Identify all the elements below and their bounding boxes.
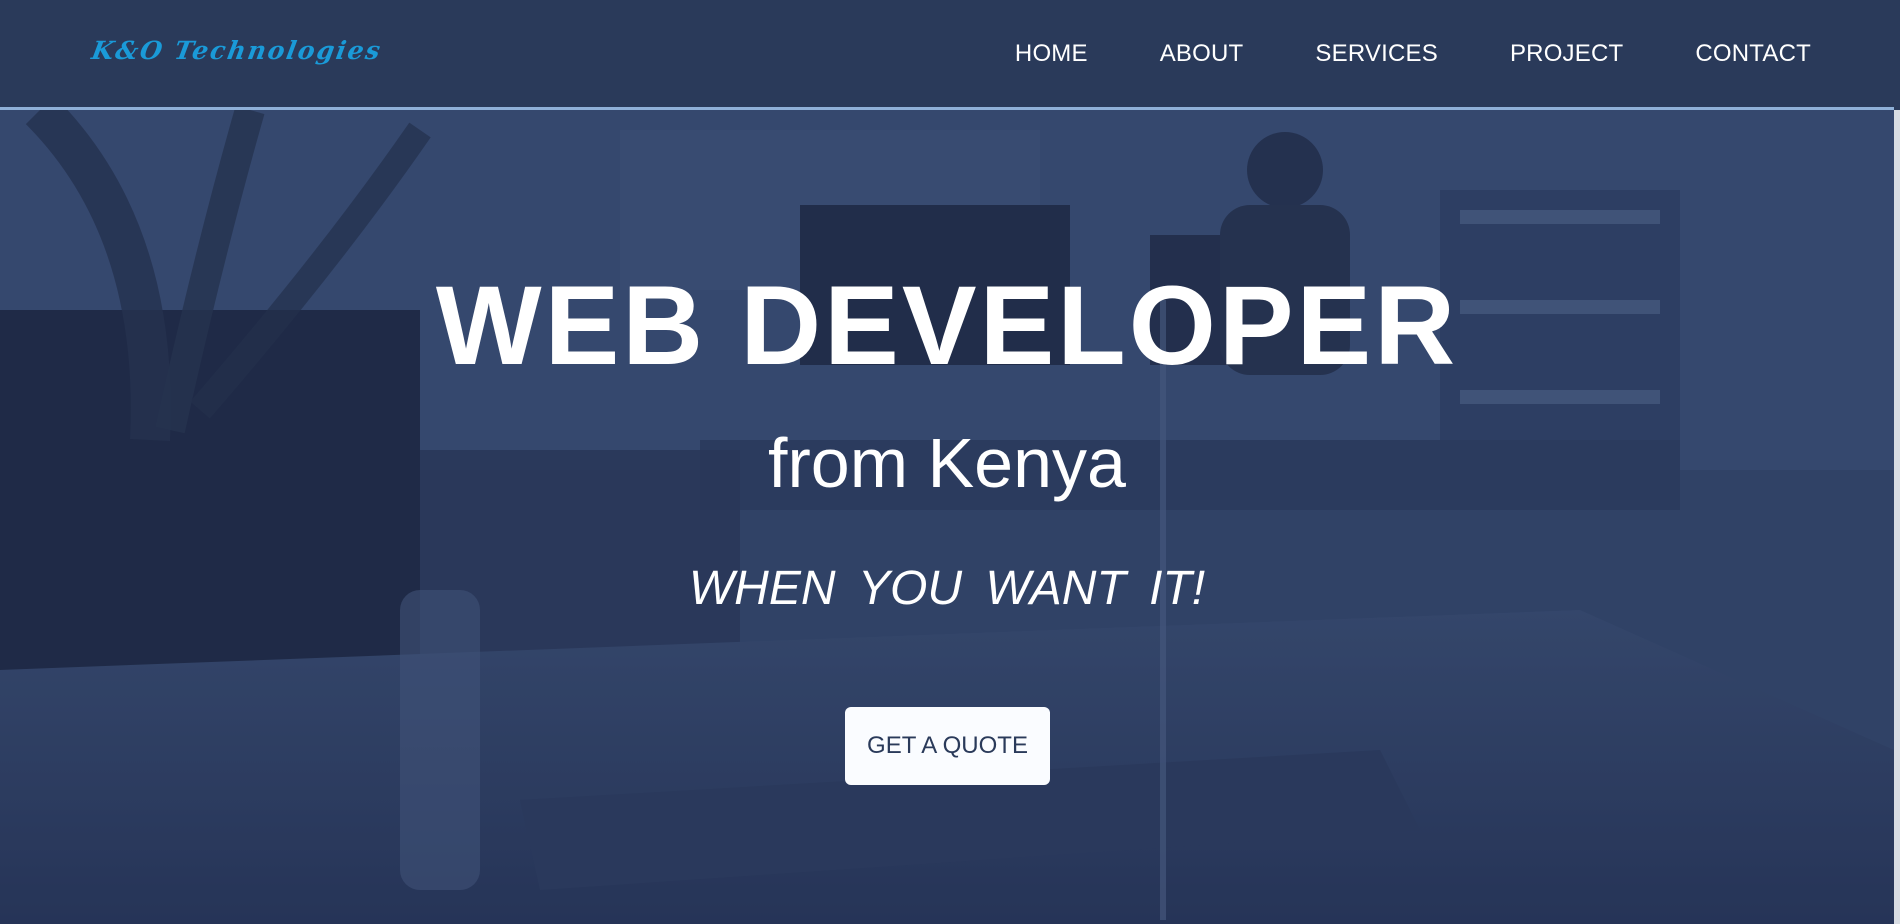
nav-home-link[interactable]: HOME xyxy=(1015,40,1088,68)
nav-about-link[interactable]: ABOUT xyxy=(1160,40,1244,68)
hero-section: WEB DEVELOPER from Kenya WHEN YOU WANT I… xyxy=(0,110,1894,924)
brand-logo[interactable]: K&O Technologies xyxy=(89,36,384,65)
page-scrollbar[interactable] xyxy=(1894,0,1900,924)
navbar: K&O Technologies HOME ABOUT SERVICES PRO… xyxy=(0,0,1894,110)
hero-subtitle: from Kenya xyxy=(768,424,1126,502)
hero-title: WEB DEVELOPER xyxy=(435,263,1459,388)
hero-tagline: WHEN YOU WANT IT! xyxy=(688,562,1206,615)
get-a-quote-button[interactable]: GET A QUOTE xyxy=(845,707,1050,785)
nav-services-link[interactable]: SERVICES xyxy=(1315,40,1438,68)
main-nav: HOME ABOUT SERVICES PROJECT CONTACT xyxy=(943,40,1811,68)
hero-background-image xyxy=(0,110,1894,924)
scrollbar-thumb[interactable] xyxy=(1894,0,1900,110)
nav-project-link[interactable]: PROJECT xyxy=(1510,40,1623,68)
nav-contact-link[interactable]: CONTACT xyxy=(1695,40,1811,68)
